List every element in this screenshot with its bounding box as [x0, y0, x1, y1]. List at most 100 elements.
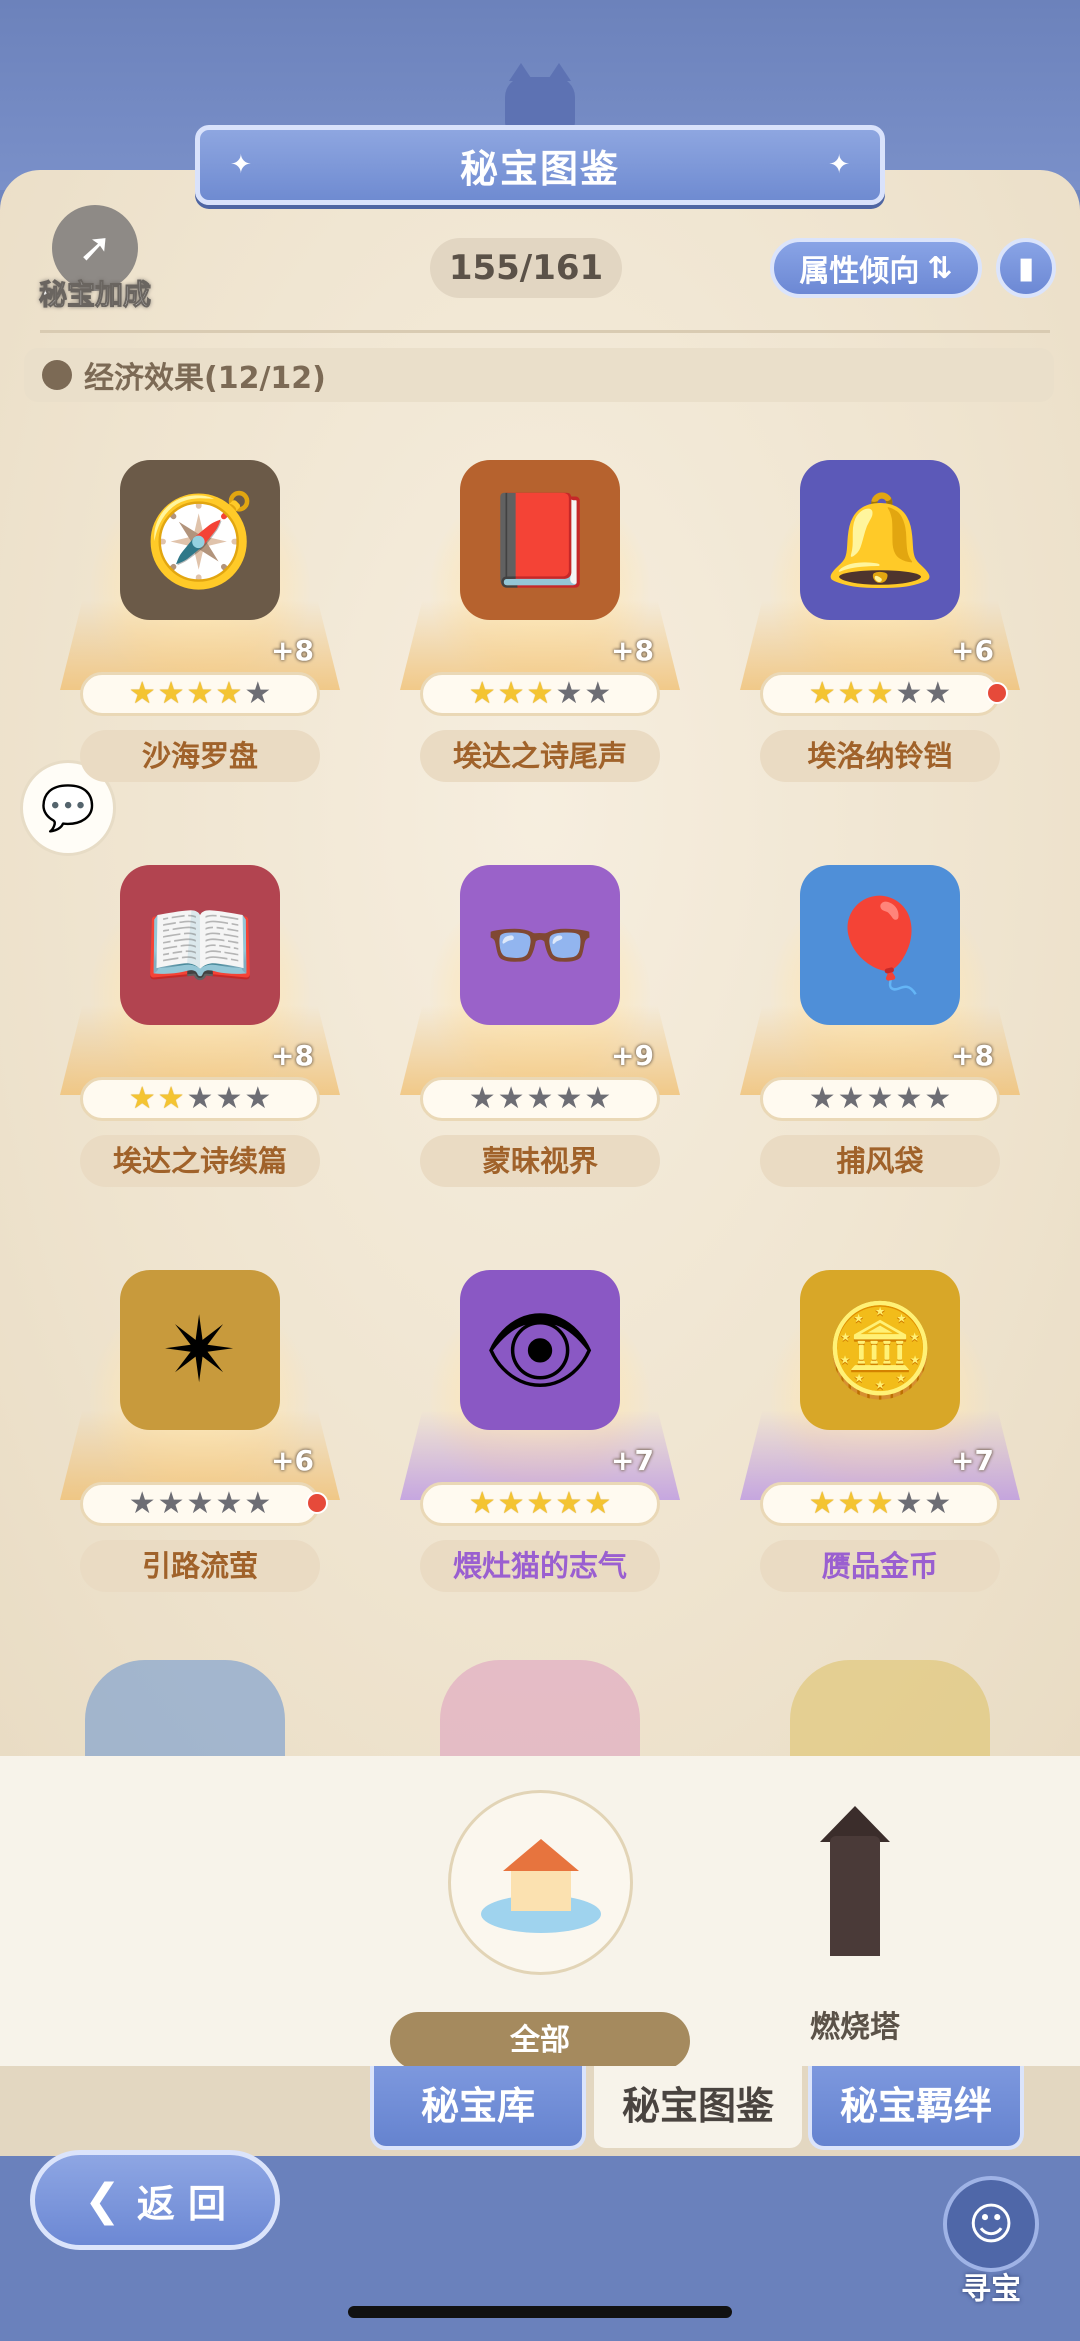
upgrade-level: +8 [271, 1039, 314, 1072]
filter-all[interactable]: 全部 [390, 1790, 690, 2070]
section-label: 经济效果(12/12) [84, 361, 326, 396]
sparkle-icon: ✦ [230, 150, 252, 180]
upgrade-level: +7 [611, 1444, 654, 1477]
star-icon: ★ [157, 1486, 185, 1521]
star-icon: ★ [157, 1081, 185, 1116]
treasure-name: 蒙昧视界 [420, 1135, 660, 1187]
treasure-icon: 📖 [120, 865, 280, 1025]
treasure-icon: 🧭 [120, 460, 280, 620]
treasure-icon: 📕 [460, 460, 620, 620]
star-rating: ★ ★ ★ ★ ★ [420, 1077, 660, 1121]
filter-tower-label: 燃烧塔 [810, 2010, 900, 2045]
star-icon: ★ [808, 1081, 836, 1116]
upgrade-level: +6 [271, 1444, 314, 1477]
upgrade-level: +8 [611, 634, 654, 667]
filter-tower[interactable]: 燃烧塔 [770, 1806, 940, 2076]
treasure-label: 寻宝 [961, 2272, 1021, 2307]
upgrade-level: +7 [951, 1444, 994, 1477]
star-icon: ★ [468, 676, 496, 711]
star-icon: ★ [555, 676, 583, 711]
treasure-card[interactable]: 🧭 +8 ★ ★ ★ ★ ★ 沙海罗盘 [50, 420, 350, 800]
treasure-card[interactable]: 🎈 +8 ★ ★ ★ ★ ★ 捕风袋 [730, 825, 1030, 1205]
partial-item[interactable] [440, 1660, 640, 1756]
star-icon: ★ [497, 676, 525, 711]
bonus-label: 秘宝加成 [38, 278, 151, 312]
attribute-filter-button[interactable]: 属性倾向 ⇅ [770, 238, 982, 298]
attribute-filter-label: 属性倾向 [799, 254, 920, 289]
partial-item[interactable] [85, 1660, 285, 1756]
star-icon: ★ [924, 676, 952, 711]
star-icon: ★ [866, 676, 894, 711]
treasure-name: 埃达之诗尾声 [420, 730, 660, 782]
star-rating: ★ ★ ★ ★ ★ [80, 1077, 320, 1121]
treasure-card[interactable]: 🪙 +7 ★ ★ ★ ★ ★ 赝品金币 [730, 1230, 1030, 1610]
upgrade-level: +8 [271, 634, 314, 667]
star-icon: ★ [924, 1486, 952, 1521]
tab-bond[interactable]: 秘宝羁绊 [808, 2066, 1024, 2150]
treasure-card[interactable]: 👓 +9 ★ ★ ★ ★ ★ 蒙昧视界 [390, 825, 690, 1205]
treasure-name: 赝品金币 [760, 1540, 1000, 1592]
back-button[interactable]: ❮ 返 回 [30, 2150, 280, 2250]
home-indicator [348, 2306, 732, 2318]
bonus-button[interactable]: ➚ 秘宝加成 [20, 205, 170, 320]
treasure-name: 煨灶猫的志气 [420, 1540, 660, 1592]
treasure-card[interactable]: 📕 +8 ★ ★ ★ ★ ★ 埃达之诗尾声 [390, 420, 690, 800]
treasure-icon: 👓 [460, 865, 620, 1025]
star-rating: ★ ★ ★ ★ ★ [420, 672, 660, 716]
treasure-card[interactable]: 📖 +8 ★ ★ ★ ★ ★ 埃达之诗续篇 [50, 825, 350, 1205]
star-icon: ★ [895, 676, 923, 711]
upgrade-level: +8 [951, 1039, 994, 1072]
star-rating: ★ ★ ★ ★ ★ [80, 1482, 320, 1526]
partial-item[interactable] [790, 1660, 990, 1756]
star-icon: ★ [244, 1081, 272, 1116]
star-icon: ★ [866, 1081, 894, 1116]
treasure-hunt-button[interactable]: ☺ 寻宝 [936, 2176, 1046, 2316]
star-icon: ★ [924, 1081, 952, 1116]
star-icon: ★ [837, 676, 865, 711]
treasure-card[interactable]: 👁 +7 ★ ★ ★ ★ ★ 煨灶猫的志气 [390, 1230, 690, 1610]
cat-crest-ornament [440, 62, 640, 132]
star-icon: ★ [186, 676, 214, 711]
tower-icon [820, 1806, 890, 1956]
title-banner: ✦ 秘宝图鉴 ✦ [195, 125, 885, 205]
star-icon: ★ [215, 1081, 243, 1116]
star-icon: ★ [244, 676, 272, 711]
star-icon: ★ [837, 1081, 865, 1116]
star-icon: ★ [837, 1486, 865, 1521]
upgrade-level: +6 [951, 634, 994, 667]
star-icon: ★ [128, 676, 156, 711]
treasure-card[interactable]: ✴ +6 ★ ★ ★ ★ ★ 引路流萤 [50, 1230, 350, 1610]
star-icon: ★ [526, 676, 554, 711]
treasure-name: 埃达之诗续篇 [80, 1135, 320, 1187]
star-icon: ★ [128, 1486, 156, 1521]
star-rating: ★ ★ ★ ★ ★ [760, 1482, 1000, 1526]
tab-codex[interactable]: 秘宝图鉴 [590, 2066, 806, 2152]
star-icon: ★ [808, 1486, 836, 1521]
star-icon: ★ [584, 1486, 612, 1521]
treasure-icon: 🔔 [800, 460, 960, 620]
star-icon: ★ [555, 1081, 583, 1116]
star-icon: ★ [468, 1486, 496, 1521]
tab-library[interactable]: 秘宝库 [370, 2066, 586, 2150]
star-rating: ★ ★ ★ ★ ★ [760, 672, 1000, 716]
book-icon[interactable]: ▮ [996, 238, 1056, 298]
treasure-name: 埃洛纳铃铛 [760, 730, 1000, 782]
divider [40, 330, 1050, 333]
star-icon: ★ [244, 1486, 272, 1521]
treasure-card[interactable]: 🔔 +6 ★ ★ ★ ★ ★ 埃洛纳铃铛 [730, 420, 1030, 800]
notification-dot [306, 1492, 328, 1514]
back-label: 返 回 [136, 2181, 227, 2226]
star-icon: ★ [584, 676, 612, 711]
page-title: 秘宝图鉴 [459, 146, 620, 191]
collection-counter: 155/161 [430, 238, 622, 298]
star-icon: ★ [468, 1081, 496, 1116]
treasure-name: 捕风袋 [760, 1135, 1000, 1187]
star-icon: ★ [186, 1081, 214, 1116]
star-rating: ★ ★ ★ ★ ★ [760, 1077, 1000, 1121]
star-icon: ★ [584, 1081, 612, 1116]
treasure-name: 引路流萤 [80, 1540, 320, 1592]
treasure-icon: ☺ [943, 2176, 1039, 2272]
star-icon: ★ [866, 1486, 894, 1521]
swap-vertical-icon: ⇅ [927, 250, 953, 286]
sparkle-icon: ✦ [828, 150, 850, 180]
